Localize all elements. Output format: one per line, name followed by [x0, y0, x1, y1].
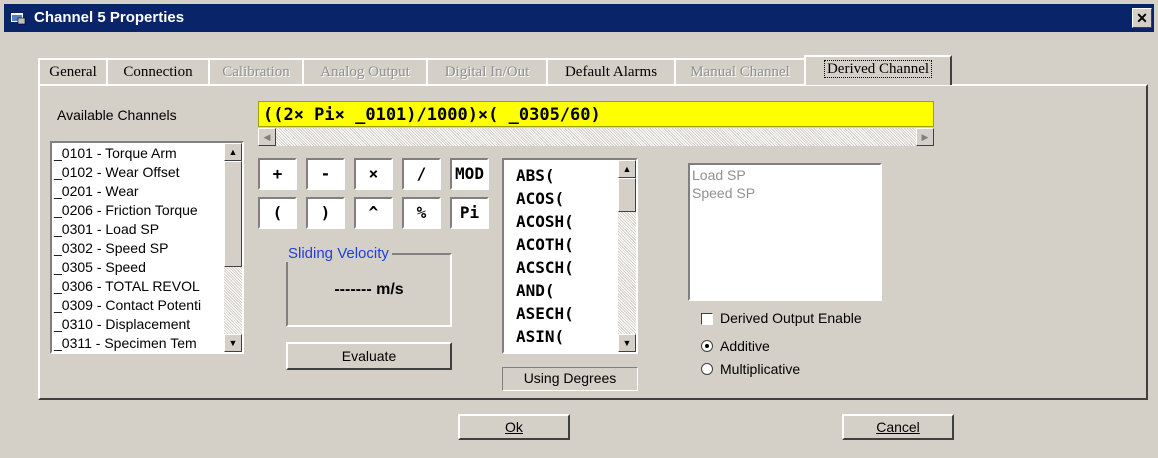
tab-connection[interactable]: Connection	[106, 58, 210, 84]
additive-radio[interactable]	[701, 340, 713, 352]
ok-button[interactable]: Ok	[458, 414, 570, 440]
scroll-down-icon[interactable]: ▼	[618, 334, 636, 352]
additive-label[interactable]: Additive	[720, 338, 770, 354]
close-icon[interactable]: ✕	[1132, 8, 1152, 28]
multiply-key[interactable]: ×	[354, 158, 393, 190]
close-paren-key[interactable]: )	[306, 197, 345, 229]
tab-derived-channel[interactable]: Derived Channel	[804, 55, 952, 85]
scroll-up-icon[interactable]: ▲	[224, 143, 242, 161]
tab-digital-in-out[interactable]: Digital In/Out	[426, 58, 548, 84]
list-item[interactable]: ASIN(	[516, 325, 616, 348]
derived-output-checkbox[interactable]	[701, 313, 713, 325]
cancel-button[interactable]: Cancel	[842, 414, 954, 440]
window-title: Channel 5 Properties	[34, 9, 185, 26]
list-item[interactable]: _0301 - Load SP	[52, 220, 224, 239]
minus-key[interactable]: -	[306, 158, 345, 190]
list-item[interactable]: _0311 - Specimen Tem	[52, 334, 224, 352]
list-item[interactable]: _0101 - Torque Arm	[52, 144, 224, 163]
tab-default-alarms[interactable]: Default Alarms	[546, 58, 676, 84]
tab-calibration[interactable]: Calibration	[208, 58, 304, 84]
formula-input[interactable]: ((2× Pi× _0101)/1000)×( _0305/60)	[258, 101, 934, 127]
list-item[interactable]: ACOSH(	[516, 210, 616, 233]
functions-list[interactable]: ABS( ACOS( ACOSH( ACOTH( ACSCH( AND( ASE…	[502, 158, 638, 354]
percent-key[interactable]: %	[402, 197, 441, 229]
list-item[interactable]: _0309 - Contact Potenti	[52, 296, 224, 315]
tab-general[interactable]: General	[38, 58, 108, 84]
scroll-right-icon[interactable]: ▶	[916, 128, 934, 146]
list-item[interactable]: ACOS(	[516, 187, 616, 210]
list-item[interactable]: _0102 - Wear Offset	[52, 163, 224, 182]
list-item[interactable]: ACSCH(	[516, 256, 616, 279]
scroll-left-icon[interactable]: ◀	[258, 128, 276, 146]
list-item[interactable]: _0206 - Friction Torque	[52, 201, 224, 220]
list-item[interactable]: _0305 - Speed	[52, 258, 224, 277]
ok-label: Ok	[505, 419, 523, 435]
available-channels-list[interactable]: _0101 - Torque Arm _0102 - Wear Offset _…	[50, 141, 244, 354]
divide-key[interactable]: /	[402, 158, 441, 190]
tab-manual-channel[interactable]: Manual Channel	[674, 58, 806, 84]
sliding-velocity-group: Sliding Velocity ------- m/s	[286, 245, 452, 327]
pi-key[interactable]: Pi	[450, 197, 489, 229]
list-item[interactable]: ASECH(	[516, 302, 616, 325]
derived-output-label[interactable]: Derived Output Enable	[720, 310, 862, 326]
scroll-up-icon[interactable]: ▲	[618, 160, 636, 178]
list-item: Speed SP	[692, 185, 756, 201]
using-degrees-indicator[interactable]: Using Degrees	[502, 367, 638, 391]
velocity-result: ------- m/s	[334, 281, 404, 298]
list-item[interactable]: _0302 - Speed SP	[52, 239, 224, 258]
scroll-thumb[interactable]	[224, 161, 242, 267]
formula-hscrollbar[interactable]: ◀ ▶	[258, 128, 934, 146]
multiplicative-label[interactable]: Multiplicative	[720, 361, 800, 377]
list-item[interactable]: ACOTH(	[516, 233, 616, 256]
group-title: Sliding Velocity	[286, 245, 392, 262]
list-item[interactable]: _0306 - TOTAL REVOL	[52, 277, 224, 296]
cancel-label: Cancel	[876, 419, 920, 435]
open-paren-key[interactable]: (	[258, 197, 297, 229]
plus-key[interactable]: +	[258, 158, 297, 190]
channels-vscrollbar[interactable]: ▲ ▼	[224, 143, 242, 352]
scroll-thumb[interactable]	[618, 178, 636, 212]
tab-analog-output[interactable]: Analog Output	[302, 58, 428, 84]
used-channels-list[interactable]: Load SP Speed SP	[688, 163, 882, 301]
mod-key[interactable]: MOD	[450, 158, 489, 190]
list-item[interactable]: _0310 - Displacement	[52, 315, 224, 334]
scroll-down-icon[interactable]: ▼	[224, 334, 242, 352]
list-item[interactable]: _0201 - Wear	[52, 182, 224, 201]
channel-properties-window: Channel 5 Properties ✕ General Connectio…	[0, 0, 1158, 458]
list-item: Load SP	[692, 167, 746, 183]
multiplicative-radio[interactable]	[701, 363, 713, 375]
power-key[interactable]: ^	[354, 197, 393, 229]
list-item[interactable]: ABS(	[516, 164, 616, 187]
app-icon	[11, 13, 26, 25]
available-channels-label: Available Channels	[57, 107, 177, 123]
radio-dot	[705, 344, 709, 348]
list-item[interactable]: AND(	[516, 279, 616, 302]
title-bar[interactable]: Channel 5 Properties ✕	[4, 4, 1154, 32]
evaluate-button[interactable]: Evaluate	[286, 342, 452, 370]
functions-vscrollbar[interactable]: ▲ ▼	[618, 160, 636, 352]
